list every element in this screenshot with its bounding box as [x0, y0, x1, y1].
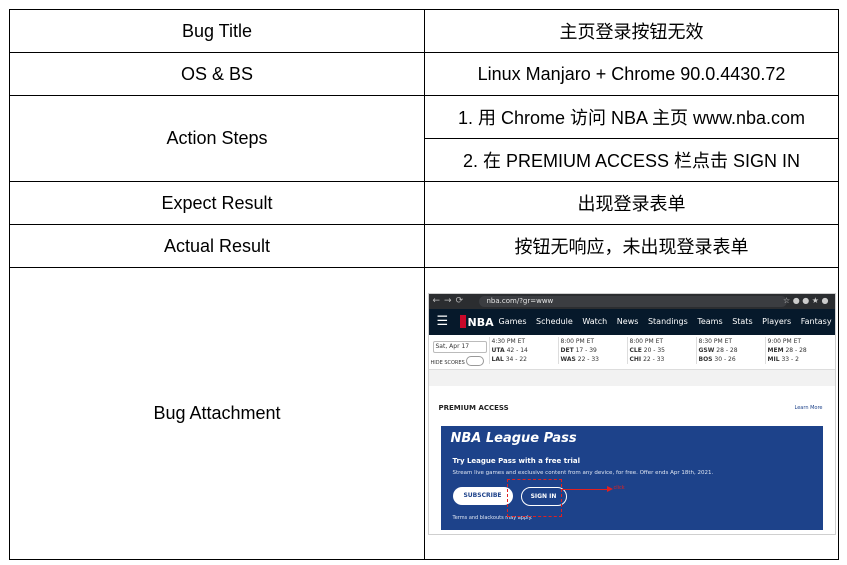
record: 33 - 2 — [781, 355, 799, 363]
team: BOS — [698, 355, 713, 363]
league-pass-logo: NBA League Pass — [450, 430, 577, 446]
team: MIL — [767, 355, 780, 363]
nav-teams[interactable]: Teams — [697, 317, 722, 326]
nav-standings[interactable]: Standings — [648, 317, 688, 326]
team: UTA — [491, 346, 505, 354]
record: 22 - 33 — [643, 355, 665, 363]
record: 28 - 28 — [716, 346, 738, 354]
expect-label: Expect Result — [9, 181, 425, 225]
annotation-label: click — [613, 484, 625, 491]
premium-title: PREMIUM ACCESS — [438, 403, 509, 412]
game-card[interactable]: 9:00 PM ET MEM 28 - 28 MIL 33 - 2 — [764, 336, 834, 364]
step-2: 2. 在 PREMIUM ACCESS 栏点击 SIGN IN — [424, 138, 839, 182]
bug-title-value: 主页登录按钮无效 — [424, 9, 839, 53]
team: CLE — [629, 346, 642, 354]
game-status: 8:00 PM ET — [629, 337, 664, 345]
os-value: Linux Manjaro + Chrome 90.0.4430.72 — [424, 52, 839, 96]
step-1: 1. 用 Chrome 访问 NBA 主页 www.nba.com — [424, 95, 839, 139]
menu-icon[interactable]: ☰ — [437, 314, 449, 329]
game-status: 4:30 PM ET — [491, 337, 526, 345]
browser-toolbar: ←→⟳ nba.com/?gr=www ☆ ● ● ★ ● — [428, 293, 835, 309]
toggle-switch[interactable] — [466, 355, 485, 366]
actual-value: 按钮无响应，未出现登录表单 — [424, 224, 839, 268]
game-card[interactable]: 8:00 PM ET CLE 20 - 35 CHI 22 - 33 — [626, 336, 696, 364]
date-select[interactable]: Sat, Apr 17 — [432, 340, 487, 353]
nba-menu: Games Schedule Watch News Standings Team… — [499, 317, 835, 326]
steps-label: Action Steps — [9, 95, 425, 182]
game-status: 8:30 PM ET — [698, 337, 733, 345]
game-status: 8:00 PM ET — [560, 337, 595, 345]
record: 20 - 35 — [643, 346, 665, 354]
team: WAS — [560, 355, 576, 363]
team: CHI — [629, 355, 642, 363]
trial-heading: Try League Pass with a free trial — [452, 456, 581, 465]
record: 42 - 14 — [506, 346, 528, 354]
games-list: 4:30 PM ET UTA 42 - 14 LAL 34 - 22 8:00 PM … — [488, 336, 835, 364]
address-bar[interactable]: nba.com/?gr=www — [478, 295, 787, 307]
attachment-cell: ←→⟳ nba.com/?gr=www ☆ ● ● ★ ● ☰ NBA Game… — [424, 267, 839, 560]
learn-more-link[interactable]: Learn More — [795, 405, 823, 411]
hide-scores-toggle[interactable]: HIDE SCORES — [430, 355, 485, 366]
nav-news[interactable]: News — [617, 317, 639, 326]
nav-watch[interactable]: Watch — [582, 317, 607, 326]
record: 34 - 22 — [505, 355, 527, 363]
record: 22 - 33 — [577, 355, 599, 363]
nba-logo[interactable]: NBA — [460, 315, 494, 329]
game-status: 9:00 PM ET — [767, 337, 802, 345]
nav-stats[interactable]: Stats — [732, 317, 752, 326]
trial-description: Stream live games and exclusive content … — [452, 469, 714, 476]
record: 30 - 26 — [714, 355, 736, 363]
league-pass-card: NBA League Pass Try League Pass with a f… — [440, 425, 823, 530]
team: GSW — [698, 346, 715, 354]
nav-games[interactable]: Games — [499, 317, 527, 326]
subscribe-button[interactable]: SUBSCRIBE — [452, 486, 513, 505]
bug-title-label: Bug Title — [9, 9, 425, 53]
os-label: OS & BS — [9, 52, 425, 96]
nba-navbar: ☰ NBA Games Schedule Watch News Standing… — [428, 308, 835, 335]
hide-scores-label: HIDE SCORES — [430, 359, 465, 366]
nav-players[interactable]: Players — [762, 317, 791, 326]
annotation-arrow — [560, 485, 613, 492]
record: 28 - 28 — [785, 346, 807, 354]
premium-access-panel: PREMIUM ACCESS Learn More NBA League Pas… — [428, 385, 835, 534]
team: DET — [560, 346, 574, 354]
game-card[interactable]: 8:30 PM ET GSW 28 - 28 BOS 30 - 26 — [695, 336, 765, 364]
extension-icons[interactable]: ☆ ● ● ★ ● — [783, 296, 828, 305]
browser-nav-icons[interactable]: ←→⟳ — [433, 296, 468, 306]
actual-label: Actual Result — [9, 224, 425, 268]
game-card[interactable]: 4:30 PM ET UTA 42 - 14 LAL 34 - 22 — [488, 336, 558, 364]
expect-value: 出现登录表单 — [424, 181, 839, 225]
team: LAL — [491, 355, 504, 363]
attachment-label: Bug Attachment — [9, 267, 425, 560]
nav-schedule[interactable]: Schedule — [536, 317, 573, 326]
attachment-screenshot: ←→⟳ nba.com/?gr=www ☆ ● ● ★ ● ☰ NBA Game… — [427, 292, 836, 535]
team: MEM — [767, 346, 784, 354]
bug-report-table: Bug Title 主页登录按钮无效 OS & BS Linux Manjaro… — [9, 9, 839, 560]
highlight-box — [506, 478, 562, 517]
record: 17 - 39 — [575, 346, 597, 354]
nav-fantasy[interactable]: Fantasy — [801, 317, 832, 326]
scores-strip: Sat, Apr 17 HIDE SCORES 4:30 PM ET UTA 42… — [428, 334, 835, 370]
game-card[interactable]: 8:00 PM ET DET 17 - 39 WAS 22 - 33 — [557, 336, 627, 364]
